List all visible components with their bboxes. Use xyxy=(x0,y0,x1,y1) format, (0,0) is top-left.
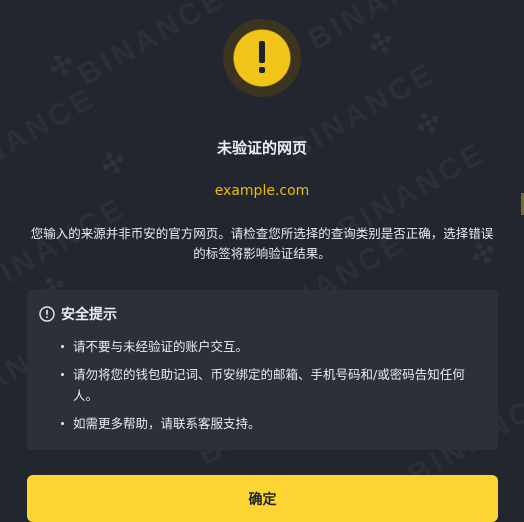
dialog-description: 您输入的来源并非币安的官方网页。请检查您所选择的查询类别是否正确，选择错误的标签… xyxy=(30,226,494,261)
security-tips-list: 请不要与未经验证的账户交互。 请勿将您的钱包助记词、币安绑定的邮箱、手机号码和/… xyxy=(39,336,486,434)
binance-logo-icon xyxy=(370,32,392,54)
watermark-text: BINANCE xyxy=(72,0,232,93)
list-item: 请勿将您的钱包助记词、币安绑定的邮箱、手机号码和/或密码告知任何人。 xyxy=(61,364,486,406)
confirm-button[interactable]: 确定 xyxy=(27,475,498,522)
security-tips-heading: 安全提示 xyxy=(61,307,117,323)
security-tips-panel: 安全提示 请不要与未经验证的账户交互。 请勿将您的钱包助记词、币安绑定的邮箱、手… xyxy=(27,290,498,450)
list-item: 请不要与未经验证的账户交互。 xyxy=(61,336,486,357)
domain-text: example.com xyxy=(214,183,310,199)
security-tips-header: 安全提示 xyxy=(39,304,486,324)
unverified-page-dialog: BINANCE BINANCE BINANCE BINANCE BINANCE … xyxy=(0,0,524,522)
list-item: 如需更多帮助，请联系客服支持。 xyxy=(61,413,486,434)
info-circle-icon xyxy=(39,306,55,322)
binance-logo-icon xyxy=(417,112,439,134)
watermark-text: BINANCE xyxy=(302,0,462,58)
exclamation-circle-icon xyxy=(234,30,290,86)
binance-logo-icon xyxy=(50,54,72,76)
dialog-title: 未验证的网页 xyxy=(216,139,307,157)
alert-badge xyxy=(223,19,301,97)
